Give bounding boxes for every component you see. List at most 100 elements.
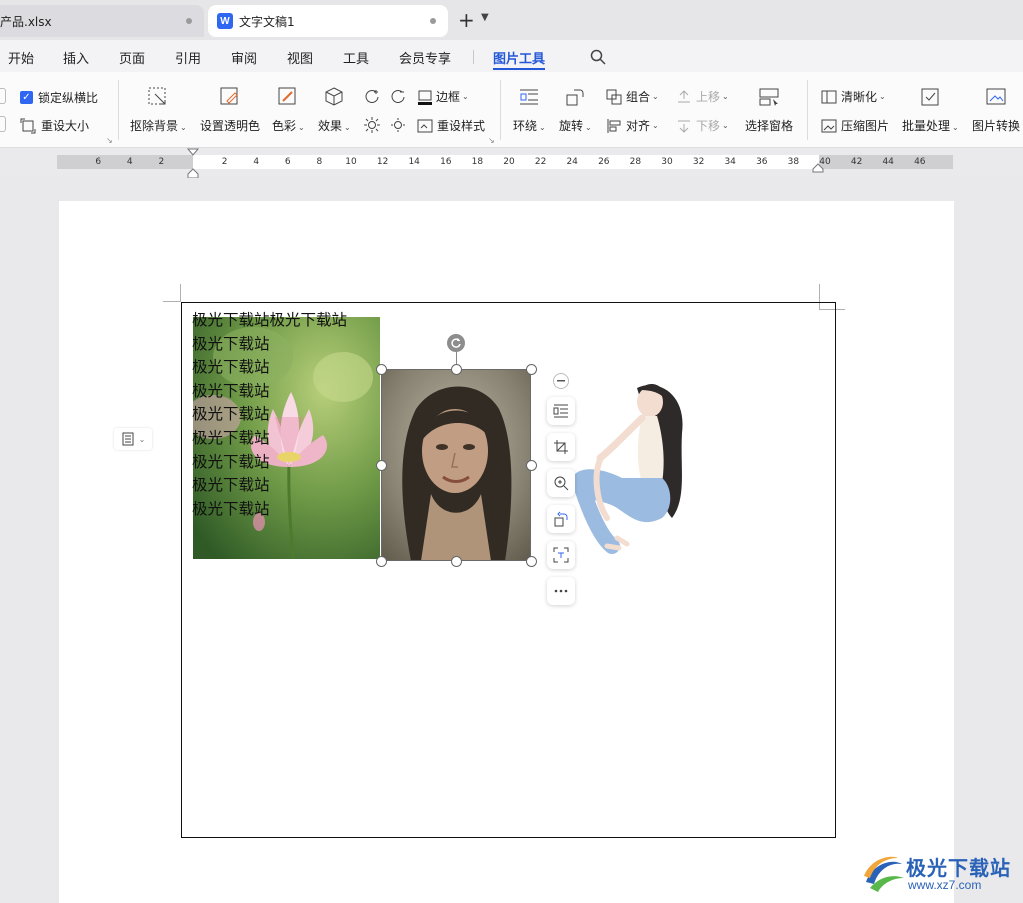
menu-view[interactable]: 视图 bbox=[287, 48, 313, 67]
compress-picture-button[interactable]: 压缩图片 bbox=[821, 117, 889, 134]
right-indent-marker-icon[interactable] bbox=[812, 163, 824, 173]
menu-home[interactable]: 开始 bbox=[8, 48, 34, 67]
crop-button[interactable] bbox=[547, 433, 575, 461]
border-pen-icon bbox=[418, 90, 432, 105]
effect-button[interactable]: 效果 ⌄ bbox=[318, 86, 351, 134]
rotate-image-button[interactable] bbox=[547, 505, 575, 533]
menu-picture-tools[interactable]: 图片工具 bbox=[493, 48, 545, 67]
tab-label: 文字文稿1 bbox=[239, 14, 295, 29]
remove-background-button[interactable]: 抠除背景 ⌄ bbox=[130, 86, 187, 134]
dialog-launcher-icon[interactable]: ↘ bbox=[488, 136, 495, 145]
rotate-button[interactable]: 旋转 ⌄ bbox=[559, 86, 592, 134]
menu-member[interactable]: 会员专享 bbox=[399, 48, 451, 67]
menu-insert[interactable]: 插入 bbox=[63, 48, 89, 67]
more-dots-icon bbox=[554, 589, 568, 593]
rotate-handle[interactable] bbox=[447, 334, 465, 352]
border-button[interactable]: 边框 ⌄ bbox=[417, 88, 469, 105]
rotate-icon bbox=[554, 511, 568, 527]
ruler-tick-label: 24 bbox=[566, 157, 578, 167]
search-icon[interactable] bbox=[589, 48, 607, 66]
text-line[interactable]: 极光下载站 bbox=[192, 427, 347, 451]
brightness-up-icon[interactable] bbox=[363, 88, 381, 106]
menu-reference[interactable]: 引用 bbox=[175, 48, 201, 67]
ruler-tick-label: 8 bbox=[316, 157, 323, 167]
align-button[interactable]: 对齐 ⌄ bbox=[606, 117, 659, 134]
ruler-tick-label: 14 bbox=[408, 157, 420, 167]
tab-close-dot[interactable] bbox=[186, 18, 192, 24]
move-up-label: 上移 bbox=[696, 90, 721, 104]
text-wrap-icon bbox=[553, 404, 568, 418]
tab-close-dot[interactable] bbox=[430, 18, 436, 24]
tab-spreadsheet[interactable]: 产品.xlsx bbox=[0, 5, 204, 37]
contrast-down-icon[interactable] bbox=[389, 116, 407, 134]
resize-handle-w[interactable] bbox=[376, 460, 387, 471]
menu-tools[interactable]: 工具 bbox=[343, 48, 369, 67]
sharpen-icon bbox=[821, 90, 837, 103]
text-line[interactable]: 极光下载站 bbox=[192, 498, 347, 522]
active-menu-indicator bbox=[493, 68, 545, 70]
text-line[interactable]: 极光下载站 bbox=[192, 403, 347, 427]
selection-pane-button[interactable]: 选择窗格 bbox=[745, 86, 793, 134]
resize-handle-nw[interactable] bbox=[376, 364, 387, 375]
menu-page[interactable]: 页面 bbox=[119, 48, 145, 67]
group-label: 组合 bbox=[626, 90, 651, 104]
group-button[interactable]: 组合 ⌄ bbox=[606, 88, 659, 105]
extract-text-button[interactable] bbox=[547, 541, 575, 569]
ruler-tick-label: 6 bbox=[284, 157, 291, 167]
ruler-tick-label: 30 bbox=[661, 157, 673, 167]
reset-style-button[interactable]: 重设样式 bbox=[417, 117, 485, 134]
menu-review[interactable]: 审阅 bbox=[231, 48, 257, 67]
tab-document[interactable]: W 文字文稿1 bbox=[208, 5, 448, 37]
resize-handle-s[interactable] bbox=[451, 556, 462, 567]
sharpen-button[interactable]: 清晰化 ⌄ bbox=[821, 88, 886, 105]
brightness-down-icon[interactable] bbox=[389, 88, 407, 106]
picture-convert-button[interactable]: 图片转换 bbox=[972, 86, 1020, 134]
document-text[interactable]: 极光下载站极光下载站 极光下载站 极光下载站 极光下载站 极光下载站 极光下载站… bbox=[192, 309, 347, 521]
lock-ratio-checkbox[interactable]: ✓ 锁定纵横比 bbox=[20, 89, 98, 106]
ruler-tick-label: 22 bbox=[534, 157, 547, 167]
more-options-button[interactable] bbox=[547, 577, 575, 605]
resize-handle-ne[interactable] bbox=[526, 364, 537, 375]
resize-handle-se[interactable] bbox=[526, 556, 537, 567]
wrap-button[interactable]: 环绕 ⌄ bbox=[513, 86, 546, 134]
ruler-tick-label: 36 bbox=[756, 157, 768, 167]
height-spinner[interactable] bbox=[0, 116, 6, 132]
move-up-button[interactable]: 上移 ⌄ bbox=[676, 88, 729, 105]
set-transparent-button[interactable]: 设置透明色 bbox=[200, 86, 260, 134]
reset-size-button[interactable]: 重设大小 bbox=[20, 117, 89, 134]
resize-handle-sw[interactable] bbox=[376, 556, 387, 567]
resize-handle-e[interactable] bbox=[526, 460, 537, 471]
girl-illustration-image[interactable] bbox=[562, 378, 692, 556]
sharpen-label: 清晰化 bbox=[841, 90, 878, 104]
new-tab-button[interactable]: + bbox=[458, 10, 475, 30]
rotate-arrow-icon bbox=[451, 338, 461, 348]
text-line[interactable]: 极光下载站 bbox=[192, 333, 347, 357]
text-line[interactable]: 极光下载站 bbox=[192, 474, 347, 498]
zoom-in-icon bbox=[554, 476, 569, 491]
resize-handle-n[interactable] bbox=[451, 364, 462, 375]
text-line[interactable]: 极光下载站 bbox=[192, 356, 347, 380]
move-up-icon bbox=[678, 89, 690, 102]
wrap-layout-button[interactable] bbox=[547, 397, 575, 425]
ruler-tick-label: 4 bbox=[126, 157, 133, 167]
collapse-toolbar-button[interactable] bbox=[553, 373, 569, 389]
text-line[interactable]: 极光下载站极光下载站 bbox=[192, 309, 347, 333]
contrast-up-icon[interactable] bbox=[363, 116, 381, 134]
align-label: 对齐 bbox=[626, 119, 651, 133]
color-button[interactable]: 色彩 ⌄ bbox=[272, 86, 305, 134]
layout-icon bbox=[122, 432, 134, 446]
layout-options-widget[interactable]: ⌄ bbox=[114, 428, 152, 450]
indent-marker-icon[interactable] bbox=[187, 148, 199, 178]
move-down-button[interactable]: 下移 ⌄ bbox=[676, 117, 729, 134]
text-line[interactable]: 极光下载站 bbox=[192, 451, 347, 475]
batch-process-button[interactable]: 批量处理 ⌄ bbox=[902, 86, 959, 134]
dialog-launcher-icon[interactable]: ↘ bbox=[106, 136, 113, 145]
group-icon bbox=[606, 89, 622, 104]
rotate-label: 旋转 bbox=[559, 119, 584, 133]
zoom-preview-button[interactable] bbox=[547, 469, 575, 497]
width-spinner[interactable] bbox=[0, 88, 6, 104]
move-down-icon bbox=[678, 120, 690, 133]
tab-list-chevron-icon[interactable]: ▼ bbox=[481, 12, 489, 23]
text-line[interactable]: 极光下载站 bbox=[192, 380, 347, 404]
ruler-tick-label: 16 bbox=[440, 157, 452, 167]
